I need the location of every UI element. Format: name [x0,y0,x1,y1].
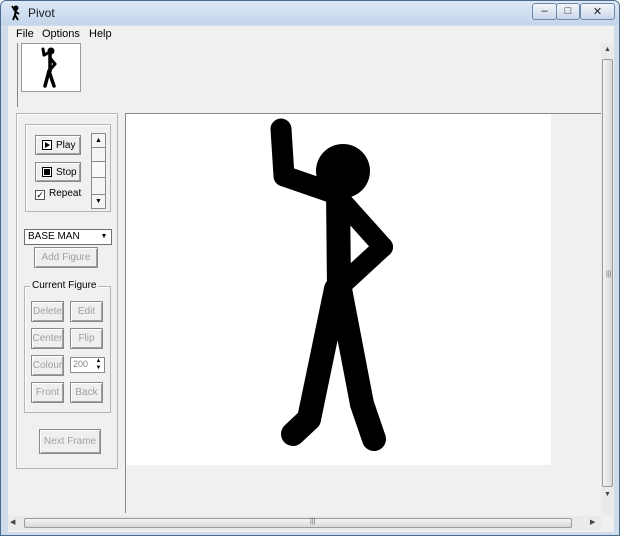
maximize-icon: □ [564,5,572,17]
frame-thumbnail[interactable] [21,43,81,92]
menu-help[interactable]: Help [89,28,112,40]
front-button[interactable]: Front [31,382,64,403]
speed-down-arrow-icon[interactable]: ▼ [92,194,105,208]
frame-strip [17,43,605,107]
figure-shin-right[interactable] [350,392,386,451]
spin-arrows-icon[interactable]: ▲ ▼ [93,358,104,372]
minimize-icon: – [541,5,548,17]
scroll-right-arrow-icon[interactable]: ▶ [590,516,600,530]
minimize-button[interactable]: – [532,3,557,20]
frame-thumbnail-figure [41,47,57,88]
pivot-window: Pivot – □ ✕ File Options Help ▲ ||| ▼ ◀ … [0,0,620,536]
window-title: Pivot [28,6,55,20]
speed-up-arrow-icon[interactable]: ▲ [92,134,105,148]
flip-button[interactable]: Flip [70,328,103,349]
vertical-scrollbar[interactable]: ▲ ||| ▼ [601,43,614,515]
maximize-button[interactable]: □ [556,3,580,20]
add-figure-button[interactable]: Add Figure [34,247,98,268]
horizontal-scroll-thumb[interactable]: ||| [24,518,572,528]
title-bar[interactable]: Pivot – □ ✕ [1,1,619,25]
figure-shin-left[interactable] [281,407,321,446]
scroll-grip-icon: ||| [606,271,612,278]
figure-type-value: BASE MAN [28,231,80,242]
stop-icon [42,167,52,177]
canvas-area [126,113,601,516]
next-frame-button[interactable]: Next Frame [39,429,101,454]
play-button[interactable]: Play [35,135,81,155]
vertical-scroll-thumb[interactable]: ||| [602,59,613,487]
speed-scroll-thumb[interactable] [92,161,105,178]
current-figure-legend: Current Figure [30,280,99,291]
edit-button[interactable]: Edit [70,301,103,322]
repeat-label: Repeat [49,188,82,199]
horizontal-scrollbar[interactable]: ◀ ||| ▶ [8,516,601,530]
play-icon [42,140,52,150]
pivot-app-icon [11,5,20,21]
scroll-left-arrow-icon[interactable]: ◀ [10,516,22,530]
chevron-down-icon[interactable]: ▼ [97,230,111,244]
close-icon: ✕ [592,6,603,18]
figure-type-select[interactable]: BASE MAN ▼ [24,229,112,245]
stop-button[interactable]: Stop [35,162,81,182]
menu-file[interactable]: File [16,28,34,40]
scroll-grip-icon: ||| [310,518,316,525]
delete-button[interactable]: Delete [31,301,64,322]
colour-stepper[interactable]: 200 ▲ ▼ [70,357,105,373]
stick-figure[interactable] [126,114,551,465]
scroll-down-arrow-icon[interactable]: ▼ [601,488,614,502]
figure-forearm-right[interactable] [335,237,393,292]
client-area: File Options Help ▲ ||| ▼ ◀ ||| ▶ Play S… [8,26,614,532]
controls-panel: Play Stop ✓ Repeat ▲ ▼ BASE MAN ▼ Add Fi… [16,113,118,469]
center-button[interactable]: Center [31,328,64,349]
menu-bar: File Options Help [8,26,614,43]
menu-options[interactable]: Options [42,28,80,40]
scroll-up-arrow-icon[interactable]: ▲ [601,43,614,57]
repeat-checkbox[interactable]: ✓ [35,190,45,200]
colour-value: 200 [73,359,89,369]
playback-group: Play Stop ✓ Repeat ▲ ▼ [25,124,111,212]
figure-thigh-right[interactable] [328,277,374,416]
back-button[interactable]: Back [70,382,103,403]
figure-head[interactable] [316,144,370,198]
stop-label: Stop [56,167,77,178]
animation-canvas[interactable] [126,114,551,465]
play-label: Play [56,140,76,151]
close-button[interactable]: ✕ [580,3,615,20]
speed-scrollbar[interactable]: ▲ ▼ [91,133,106,209]
colour-button[interactable]: Colour [31,355,64,376]
